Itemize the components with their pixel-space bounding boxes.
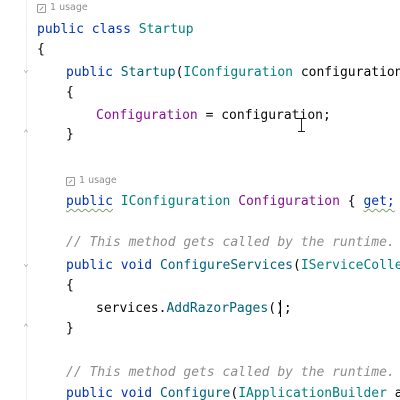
code-line[interactable]: public class Startup — [37, 20, 194, 40]
property-name: Configuration — [96, 108, 198, 123]
identifier: services. — [96, 301, 167, 316]
type-name: IApplicationBuilder — [238, 386, 387, 400]
fold-marker-icon[interactable]: ⌃ — [20, 322, 32, 334]
keyword: public — [66, 194, 113, 209]
keyword: get; — [363, 194, 395, 209]
keyword: void — [120, 258, 153, 273]
type-name: IServiceCollecti — [300, 258, 400, 273]
code-line[interactable]: // This method gets called by the runtim… — [66, 363, 400, 383]
gutter-divider — [26, 0, 27, 400]
class-name: Startup — [138, 22, 194, 37]
assignment: = configuration; — [197, 108, 331, 123]
keyword: public — [66, 386, 113, 400]
edit-icon — [37, 3, 46, 13]
keyword: public — [37, 22, 84, 37]
code-line[interactable]: // This method gets called by the runtim… — [66, 233, 400, 253]
method-name: AddRazorPages — [166, 301, 269, 316]
fold-marker-icon[interactable]: ⌃ — [20, 128, 32, 140]
code-line[interactable]: Configuration = configuration; — [96, 106, 331, 126]
code-line[interactable]: } — [66, 319, 74, 339]
code-line[interactable]: services.AddRazorPages(); — [96, 299, 292, 319]
code-line[interactable]: public void Configure(IApplicationBuilde… — [66, 384, 400, 400]
constructor-name: Startup — [120, 65, 176, 80]
code-line[interactable]: } — [66, 125, 74, 145]
keyword: class — [91, 22, 131, 37]
usage-hint-label: 1 usage — [50, 2, 88, 13]
text-cursor-icon — [298, 118, 306, 132]
code-line[interactable]: public void ConfigureServices(IServiceCo… — [66, 256, 400, 276]
code-line[interactable]: { — [66, 276, 74, 296]
brace: { — [37, 42, 45, 57]
property-name: Configuration — [238, 194, 340, 209]
type-name: IConfiguration — [183, 65, 293, 80]
brace: } — [395, 194, 400, 209]
type-name: IConfiguration — [120, 194, 231, 209]
code-line[interactable]: { — [37, 40, 45, 60]
fold-marker-icon[interactable]: ⌄ — [20, 258, 32, 270]
edit-icon — [66, 176, 75, 186]
brace: { — [339, 194, 364, 209]
keyword: public — [66, 65, 113, 80]
paren: ( — [293, 258, 301, 273]
usage-hint[interactable]: 1 usage — [37, 1, 88, 15]
brace: } — [66, 321, 74, 336]
text-caret — [280, 300, 281, 317]
keyword: void — [120, 386, 153, 400]
parameter: configuration) — [293, 65, 400, 80]
keyword: public — [66, 258, 113, 273]
method-name: ConfigureServices — [159, 258, 293, 273]
code-line[interactable]: public IConfiguration Configuration { ge… — [66, 192, 400, 212]
method-name: Configure — [159, 386, 231, 400]
brace: { — [66, 85, 74, 100]
usage-hint[interactable]: 1 usage — [66, 174, 117, 188]
code-line[interactable]: public Startup(IConfiguration configurat… — [66, 63, 400, 83]
usage-hint-label: 1 usage — [79, 175, 117, 186]
comment: // This method gets called by the runtim… — [66, 235, 400, 250]
comment: // This method gets called by the runtim… — [66, 365, 400, 380]
parameter: app, — [394, 386, 400, 400]
brace: } — [66, 127, 74, 142]
code-line[interactable]: { — [66, 83, 74, 103]
fold-marker-icon[interactable]: ⌄ — [20, 64, 32, 76]
code-editor[interactable]: 1 usage public class Startup { public St… — [0, 0, 400, 400]
brace: { — [66, 278, 74, 293]
